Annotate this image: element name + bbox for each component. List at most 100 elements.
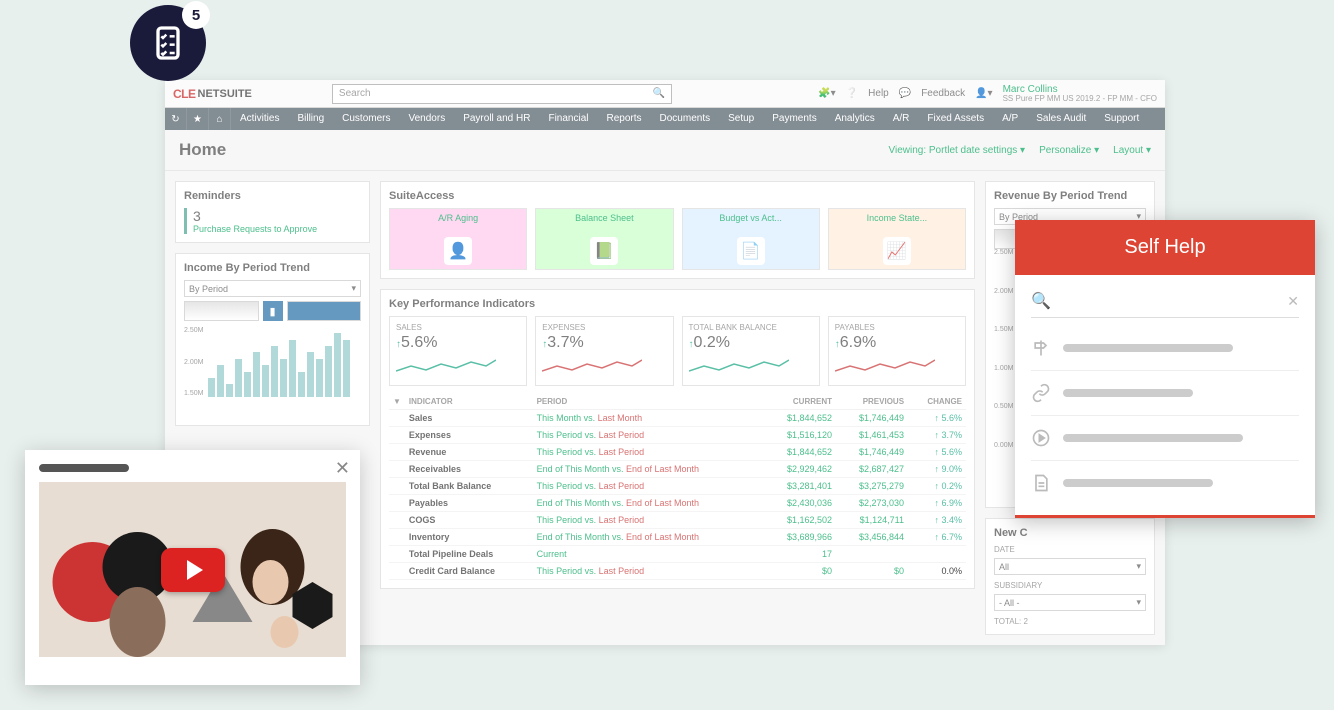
suite-balance-sheet[interactable]: Balance Sheet📗	[535, 208, 673, 270]
bar-chart-icon[interactable]: ▮	[263, 301, 283, 321]
search-icon: 🔍	[652, 88, 664, 99]
reminder-count: 3	[193, 208, 361, 224]
menu-vendors[interactable]: Vendors	[400, 108, 455, 130]
kpi-card: Key Performance Indicators SALES↑5.6%EXP…	[380, 289, 975, 589]
video-title-placeholder	[39, 464, 129, 472]
reminders-card: Reminders 3 Purchase Requests to Approve	[175, 181, 370, 243]
video-popup: ✕	[25, 450, 360, 685]
self-help-search[interactable]: 🔍 ✕	[1031, 285, 1299, 318]
kpi-row[interactable]: RevenueThis Period vs. Last Period$1,844…	[389, 444, 966, 461]
new-card: New C DATE All▾ SUBSIDIARY - All -▾ TOTA…	[985, 518, 1155, 635]
reminder-item[interactable]: 3 Purchase Requests to Approve	[184, 208, 361, 234]
feedback-link[interactable]: Feedback	[921, 88, 965, 99]
income-chart: 2.50M 2.00M 1.50M	[184, 327, 361, 417]
apps-icon[interactable]: 🧩▾	[818, 88, 835, 99]
netsuite-logo: NETSUITE	[198, 88, 252, 100]
play-circle-icon	[1031, 428, 1051, 448]
home-icon[interactable]: ⌂	[209, 108, 231, 130]
feedback-icon[interactable]: 💬	[899, 88, 911, 99]
user-name: Marc Collins	[1003, 84, 1157, 95]
suite-ar-aging[interactable]: A/R Aging👤	[389, 208, 527, 270]
kpi-row[interactable]: Total Bank BalanceThis Period vs. Last P…	[389, 478, 966, 495]
revenue-trend-title: Revenue By Period Trend	[994, 190, 1146, 202]
menu-activities[interactable]: Activities	[231, 108, 288, 130]
play-icon[interactable]	[161, 548, 225, 592]
income-trend-title: Income By Period Trend	[184, 262, 361, 274]
menu-fixed-assets[interactable]: Fixed Assets	[918, 108, 993, 130]
user-icon[interactable]: 👤▾	[975, 88, 992, 99]
reminders-title: Reminders	[184, 190, 361, 202]
close-icon[interactable]: ✕	[335, 458, 350, 479]
menu-payroll[interactable]: Payroll and HR	[454, 108, 539, 130]
kpi-title: Key Performance Indicators	[389, 298, 966, 310]
notification-badge[interactable]: 5	[130, 5, 206, 81]
document-icon	[1031, 473, 1051, 493]
self-help-item[interactable]	[1031, 416, 1299, 461]
user-role: SS Pure FP MM US 2019.2 - FP MM - CFO	[1003, 95, 1157, 104]
star-icon[interactable]: ★	[187, 108, 209, 130]
menu-documents[interactable]: Documents	[651, 108, 720, 130]
kpi-row[interactable]: ExpensesThis Period vs. Last Period$1,51…	[389, 427, 966, 444]
kpi-tile[interactable]: SALES↑5.6%	[389, 316, 527, 386]
kpi-row[interactable]: InventoryEnd of This Month vs. End of La…	[389, 529, 966, 546]
expand-col[interactable]: ▼	[389, 394, 405, 410]
self-help-panel: Self Help 🔍 ✕	[1015, 220, 1315, 518]
menu-analytics[interactable]: Analytics	[826, 108, 884, 130]
kpi-row[interactable]: ReceivablesEnd of This Month vs. End of …	[389, 461, 966, 478]
chart-thumb-2[interactable]	[287, 301, 362, 321]
topbar: CLE NETSUITE Search 🔍 🧩▾ ❔ Help 💬 Feedba…	[165, 80, 1165, 108]
history-icon[interactable]: ↻	[165, 108, 187, 130]
income-period-select[interactable]: By Period▾	[184, 280, 361, 297]
menu-setup[interactable]: Setup	[719, 108, 763, 130]
page-header: Home Viewing: Portlet date settings ▾ Pe…	[165, 130, 1165, 171]
close-icon[interactable]: ✕	[1287, 293, 1299, 310]
menu-reports[interactable]: Reports	[598, 108, 651, 130]
kpi-row[interactable]: SalesThis Month vs. Last Month$1,844,652…	[389, 410, 966, 427]
layout-opt[interactable]: Layout ▾	[1113, 145, 1151, 156]
menu-sales-audit[interactable]: Sales Audit	[1027, 108, 1095, 130]
menu-support[interactable]: Support	[1095, 108, 1148, 130]
menu-payments[interactable]: Payments	[763, 108, 825, 130]
self-help-item[interactable]	[1031, 461, 1299, 505]
menu-ap[interactable]: A/P	[993, 108, 1027, 130]
chart-thumb-1[interactable]	[184, 301, 259, 321]
kpi-table: ▼ INDICATOR PERIOD CURRENT PREVIOUS CHAN…	[389, 394, 966, 580]
signpost-icon	[1031, 338, 1051, 358]
kpi-tile[interactable]: EXPENSES↑3.7%	[535, 316, 673, 386]
suite-budget[interactable]: Budget vs Act...📄	[682, 208, 820, 270]
menu-ar[interactable]: A/R	[884, 108, 919, 130]
chart-doc-icon: 📈	[883, 237, 911, 265]
link-icon	[1031, 383, 1051, 403]
kpi-row[interactable]: Credit Card BalanceThis Period vs. Last …	[389, 563, 966, 580]
search-icon: 🔍	[1031, 291, 1051, 311]
kpi-row[interactable]: COGSThis Period vs. Last Period$1,162,50…	[389, 512, 966, 529]
ledger-icon: 📗	[590, 237, 618, 265]
help-link[interactable]: Help	[868, 88, 889, 99]
personalize-opt[interactable]: Personalize ▾	[1039, 145, 1099, 156]
suite-income[interactable]: Income State...📈	[828, 208, 966, 270]
kpi-row[interactable]: Total Pipeline DealsCurrent17	[389, 546, 966, 563]
kpi-row[interactable]: PayablesEnd of This Month vs. End of Las…	[389, 495, 966, 512]
suiteaccess-card: SuiteAccess A/R Aging👤 Balance Sheet📗 Bu…	[380, 181, 975, 279]
help-icon[interactable]: ❔	[846, 88, 858, 99]
search-input[interactable]: Search 🔍	[332, 84, 672, 104]
self-help-item[interactable]	[1031, 371, 1299, 416]
page-title: Home	[179, 140, 226, 160]
menubar: ↻ ★ ⌂ Activities Billing Customers Vendo…	[165, 108, 1165, 130]
menu-financial[interactable]: Financial	[539, 108, 597, 130]
kpi-tile[interactable]: TOTAL BANK BALANCE↑0.2%	[682, 316, 820, 386]
kpi-tile[interactable]: PAYABLES↑6.9%	[828, 316, 966, 386]
menu-billing[interactable]: Billing	[288, 108, 333, 130]
date-select[interactable]: All▾	[994, 558, 1146, 575]
search-placeholder: Search	[339, 88, 371, 99]
menu-customers[interactable]: Customers	[333, 108, 399, 130]
user-info[interactable]: Marc Collins SS Pure FP MM US 2019.2 - F…	[1003, 84, 1157, 104]
subsidiary-select[interactable]: - All -▾	[994, 594, 1146, 611]
viewing-opt[interactable]: Viewing: Portlet date settings ▾	[888, 145, 1025, 156]
document-icon: 📄	[737, 237, 765, 265]
self-help-title: Self Help	[1015, 220, 1315, 275]
person-check-icon: 👤	[444, 237, 472, 265]
self-help-item[interactable]	[1031, 326, 1299, 371]
badge-count: 5	[182, 1, 210, 29]
video-thumbnail[interactable]	[39, 482, 346, 657]
